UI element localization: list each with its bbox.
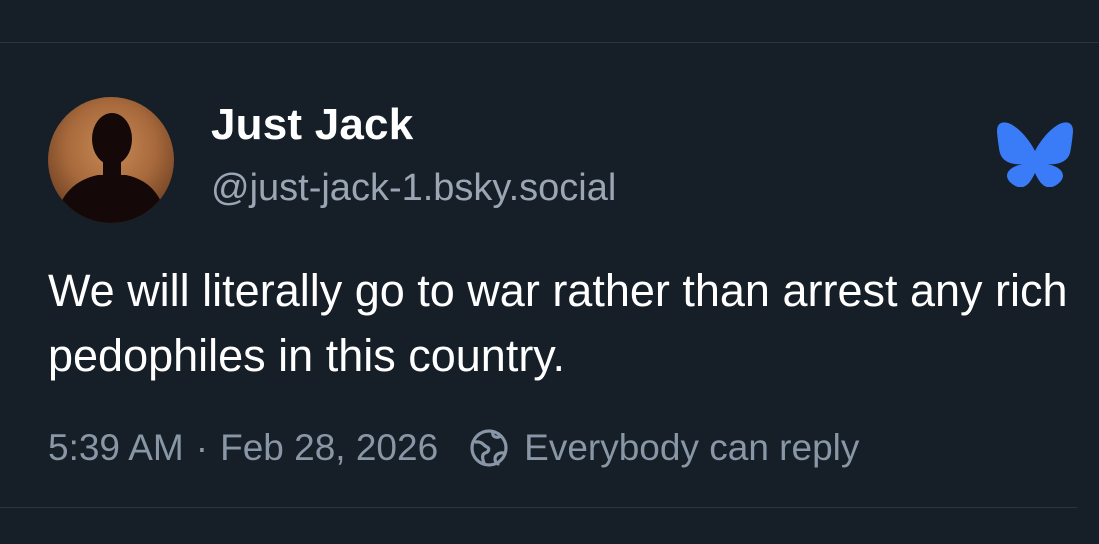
bottom-divider [0, 507, 1077, 508]
post-card[interactable]: Just Jack @just-jack-1.bsky.social We wi… [0, 43, 1099, 507]
reply-setting-label[interactable]: Everybody can reply [524, 427, 859, 469]
post-body-text: We will literally go to war rather than … [48, 265, 1068, 381]
silhouette-avatar-icon [56, 113, 166, 223]
meta-separator: · [195, 427, 209, 468]
author-handle[interactable]: @just-jack-1.bsky.social [211, 163, 616, 213]
post-date[interactable]: Feb 28, 2026 [220, 427, 438, 469]
author-display-name[interactable]: Just Jack [211, 97, 413, 153]
bluesky-butterfly-icon [997, 122, 1073, 187]
post-meta: 5:39 AM · Feb 28, 2026 Everybody can rep… [48, 423, 859, 473]
globe-icon [470, 429, 508, 467]
post-time[interactable]: 5:39 AM [48, 427, 184, 469]
author-avatar[interactable] [48, 97, 174, 223]
